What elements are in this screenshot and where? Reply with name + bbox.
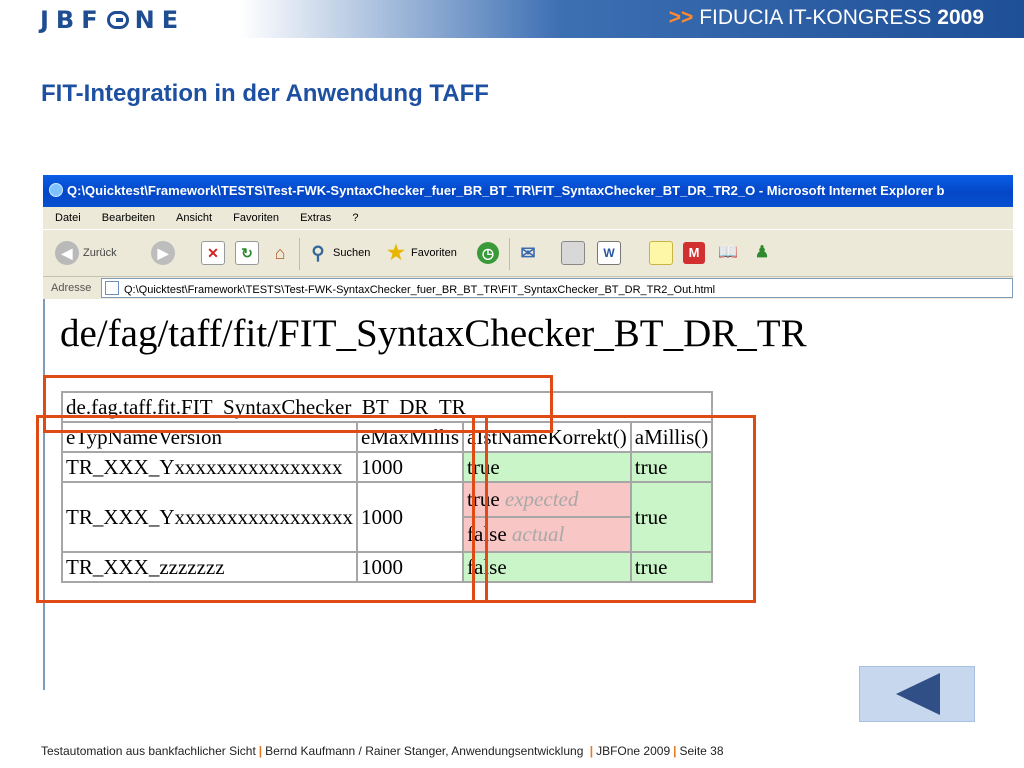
page-heading: de/fag/taff/fit/FIT_SyntaxChecker_BT_DR_… bbox=[60, 312, 807, 355]
window-titlebar[interactable]: Q:\Quicktest\Framework\TESTS\Test-FWK-Sy… bbox=[43, 175, 1013, 207]
slide-header-band: JBF NE >> FIDUCIA IT-KONGRESS 2009 bbox=[0, 0, 1024, 38]
home-icon: ⌂ bbox=[274, 243, 286, 263]
history-icon: ◷ bbox=[477, 242, 499, 264]
footer-authors: Bernd Kaufmann / Rainer Stanger, Anwendu… bbox=[265, 744, 584, 758]
search-icon: ⚲ bbox=[311, 243, 325, 263]
footer-separator: | bbox=[589, 744, 594, 758]
menu-extras[interactable]: Extras bbox=[300, 212, 331, 224]
home-button[interactable]: ⌂ bbox=[269, 240, 291, 266]
footer-separator: | bbox=[258, 744, 263, 758]
printer-icon bbox=[561, 241, 585, 265]
mail-button[interactable]: ✉ bbox=[517, 240, 539, 266]
menu-datei[interactable]: Datei bbox=[55, 212, 81, 224]
favorites-button[interactable]: ★ Favoriten bbox=[385, 240, 457, 266]
refresh-button[interactable]: ↻ bbox=[235, 240, 259, 266]
menu-favoriten[interactable]: Favoriten bbox=[233, 212, 279, 224]
favorites-label: Favoriten bbox=[411, 247, 457, 259]
back-button[interactable]: ◀ Zurück bbox=[55, 240, 117, 266]
note-icon bbox=[649, 241, 673, 265]
print-button[interactable] bbox=[561, 240, 585, 266]
footer-topic: Testautomation aus bankfachlicher Sicht bbox=[41, 744, 256, 758]
congress-year: 2009 bbox=[937, 6, 984, 29]
window-title: Q:\Quicktest\Framework\TESTS\Test-FWK-Sy… bbox=[67, 183, 945, 198]
highlight-box-inputs bbox=[36, 415, 488, 603]
research-icon: 📖 bbox=[718, 244, 738, 261]
refresh-icon: ↻ bbox=[235, 241, 259, 265]
m-icon: M bbox=[683, 242, 705, 264]
address-field[interactable]: Q:\Quicktest\Framework\TESTS\Test-FWK-Sy… bbox=[101, 278, 1013, 298]
menu-bearbeiten[interactable]: Bearbeiten bbox=[102, 212, 155, 224]
menu-bar: Datei Bearbeiten Ansicht Favoriten Extra… bbox=[43, 207, 1013, 229]
search-button[interactable]: ⚲ Suchen bbox=[307, 240, 370, 266]
footer-page: Seite 38 bbox=[679, 744, 724, 758]
congress-arrow: >> bbox=[668, 6, 694, 29]
mail-icon: ✉ bbox=[520, 243, 536, 263]
research-button[interactable]: 📖 bbox=[717, 240, 739, 266]
messenger-button[interactable]: ♟ bbox=[751, 240, 773, 266]
word-icon: W bbox=[597, 241, 621, 265]
forward-button[interactable]: ▶ bbox=[151, 240, 175, 266]
highlight-box-outputs bbox=[472, 415, 756, 603]
toolbar-separator bbox=[299, 238, 300, 270]
search-label: Suchen bbox=[333, 247, 371, 259]
stop-button[interactable]: ✕ bbox=[201, 240, 225, 266]
slide-title: FIT-Integration in der Anwendung TAFF bbox=[41, 80, 489, 107]
note-button[interactable] bbox=[649, 240, 673, 266]
congress-text: FIDUCIA IT-KONGRESS bbox=[699, 6, 932, 29]
slide-footer: Testautomation aus bankfachlicher Sicht |… bbox=[41, 744, 724, 758]
back-arrow-icon: ◀ bbox=[55, 241, 79, 265]
forward-arrow-icon: ▶ bbox=[151, 241, 175, 265]
history-button[interactable]: ◷ bbox=[477, 240, 499, 266]
ie-icon bbox=[49, 183, 63, 197]
jbfone-logo: JBF NE bbox=[40, 6, 186, 34]
back-label: Zurück bbox=[83, 247, 117, 259]
messenger-m-button[interactable]: M bbox=[683, 240, 705, 266]
footer-event: JBFOne 2009 bbox=[596, 744, 671, 758]
footer-separator: | bbox=[673, 744, 677, 758]
stop-icon: ✕ bbox=[201, 241, 225, 265]
toolbar-separator bbox=[509, 238, 510, 270]
messenger-icon: ♟ bbox=[754, 244, 770, 261]
previous-slide-button[interactable] bbox=[859, 666, 975, 722]
page-icon bbox=[105, 281, 119, 295]
menu-ansicht[interactable]: Ansicht bbox=[176, 212, 212, 224]
congress-banner: >> FIDUCIA IT-KONGRESS 2009 bbox=[669, 6, 984, 30]
address-label: Adresse bbox=[51, 282, 92, 294]
toolbar: ◀ Zurück ▶ ✕ ↻ ⌂ ⚲ Suchen ★ Favoriten ◷ … bbox=[43, 229, 1013, 277]
edit-button[interactable]: W bbox=[597, 240, 621, 266]
menu-help[interactable]: ? bbox=[352, 212, 358, 224]
address-bar: Adresse Q:\Quicktest\Framework\TESTS\Tes… bbox=[43, 277, 1013, 299]
star-icon: ★ bbox=[387, 242, 405, 264]
address-url: Q:\Quicktest\Framework\TESTS\Test-FWK-Sy… bbox=[124, 284, 716, 296]
previous-arrow-icon bbox=[896, 673, 940, 715]
